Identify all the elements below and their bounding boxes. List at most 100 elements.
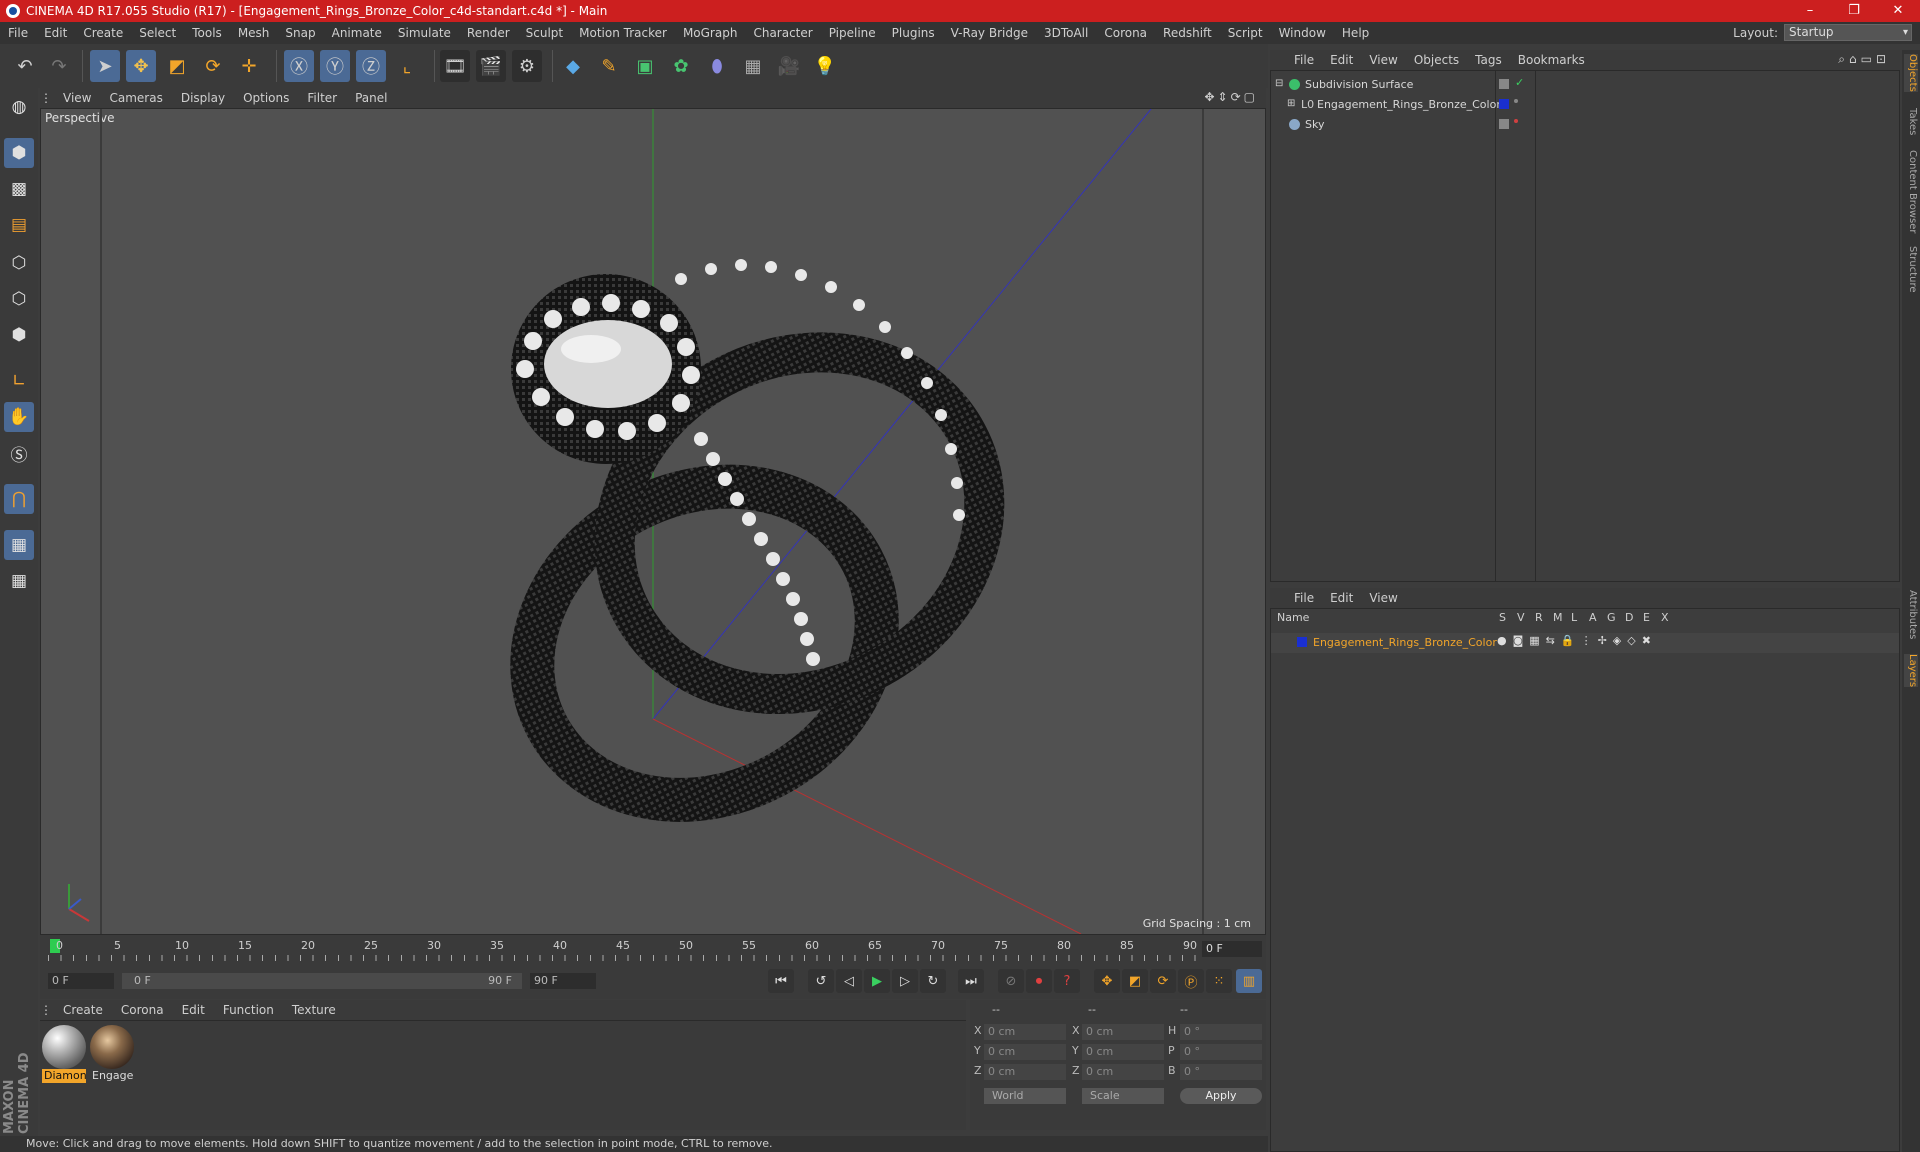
scale-tool-icon[interactable]: ◩ (162, 50, 192, 82)
layer-tag-icon[interactable] (1499, 119, 1509, 129)
column-generators[interactable]: G (1607, 611, 1616, 624)
material-menu-function[interactable]: Function (214, 1003, 283, 1017)
viewport-menu-display[interactable]: Display (172, 91, 234, 105)
timeline-ruler[interactable]: 0 5 10 15 20 25 30 35 40 45 50 55 60 65 … (48, 935, 1198, 963)
key-point-level-icon[interactable]: ⁙ (1206, 969, 1232, 993)
menu-plugins[interactable]: Plugins (884, 26, 943, 40)
y-axis-lock-icon[interactable]: Ⓨ (320, 50, 350, 82)
menu-simulate[interactable]: Simulate (390, 26, 459, 40)
edit-render-settings-icon[interactable]: ⚙ (512, 50, 542, 82)
points-mode-icon[interactable]: ⬡ (4, 248, 34, 278)
polygons-mode-icon[interactable]: ⬢ (4, 320, 34, 350)
menu-vray-bridge[interactable]: V-Ray Bridge (943, 26, 1036, 40)
menu-pipeline[interactable]: Pipeline (821, 26, 884, 40)
visibility-dot-icon[interactable] (1514, 99, 1518, 103)
x-axis-lock-icon[interactable]: Ⓧ (284, 50, 314, 82)
timeline[interactable]: 0 5 10 15 20 25 30 35 40 45 50 55 60 65 … (40, 935, 1266, 963)
camera-icon[interactable]: 🎥 (774, 50, 804, 82)
position-x-field[interactable]: 0 cm (984, 1024, 1066, 1040)
enabled-check-icon[interactable]: ✓ (1515, 76, 1524, 89)
viewport-menu-view[interactable]: View (54, 91, 100, 105)
apply-button[interactable]: Apply (1180, 1088, 1262, 1104)
material-menu-edit[interactable]: Edit (173, 1003, 214, 1017)
rotation-b-field[interactable]: 0 ° (1180, 1064, 1262, 1080)
expand-icon[interactable]: ⊞ (1287, 98, 1295, 109)
key-parameter-icon[interactable]: Ⓟ (1178, 969, 1204, 993)
column-animation[interactable]: A (1589, 611, 1597, 624)
start-frame-field[interactable]: 0 F (48, 973, 114, 989)
layout-dropdown[interactable]: Startup (1784, 24, 1912, 41)
light-icon[interactable]: 💡 (810, 50, 840, 82)
go-to-start-icon[interactable]: ⏮ (768, 969, 794, 993)
texture-mode-icon[interactable]: ▩ (4, 174, 34, 204)
previous-key-icon[interactable]: ↺ (808, 969, 834, 993)
menu-mesh[interactable]: Mesh (230, 26, 278, 40)
z-axis-lock-icon[interactable]: Ⓩ (356, 50, 386, 82)
previous-frame-icon[interactable]: ◁ (836, 969, 862, 993)
menu-select[interactable]: Select (131, 26, 184, 40)
minimize-button[interactable]: – (1788, 0, 1832, 22)
menu-sculpt[interactable]: Sculpt (518, 26, 571, 40)
object-menu-bookmarks[interactable]: Bookmarks (1510, 53, 1593, 67)
coordinate-space-dropdown[interactable]: World (984, 1088, 1066, 1104)
tab-layers[interactable]: Layers (1904, 654, 1918, 688)
menu-3dtoall[interactable]: 3DToAll (1036, 26, 1096, 40)
object-menu-view[interactable]: View (1361, 53, 1405, 67)
size-z-field[interactable]: 0 cm (1082, 1064, 1164, 1080)
layer-tag-icon[interactable] (1499, 79, 1509, 89)
column-view[interactable]: V (1517, 611, 1525, 624)
material-menu-corona[interactable]: Corona (112, 1003, 173, 1017)
rotation-p-field[interactable]: 0 ° (1180, 1044, 1262, 1060)
menu-redshift[interactable]: Redshift (1155, 26, 1220, 40)
render-picture-viewer-icon[interactable]: 🎬 (476, 50, 506, 82)
menu-corona[interactable]: Corona (1096, 26, 1155, 40)
menu-create[interactable]: Create (75, 26, 131, 40)
move-tool-icon[interactable]: ✥ (126, 50, 156, 82)
object-row-subdivision-surface[interactable]: ⊟ Subdivision Surface ✓ (1271, 75, 1899, 95)
material-swatch-engagement[interactable]: Engage (90, 1025, 134, 1083)
frame-range-slider[interactable]: 0 F 90 F (122, 973, 522, 989)
workplane-grid-icon[interactable]: ▦ (4, 566, 34, 596)
record-active-icon[interactable]: ⏺ (1026, 969, 1052, 993)
close-button[interactable]: ✕ (1876, 0, 1920, 22)
model-mode-icon[interactable]: ⬢ (4, 138, 34, 168)
tab-structure[interactable]: Structure (1904, 246, 1918, 293)
menu-motion-tracker[interactable]: Motion Tracker (571, 26, 675, 40)
viewport-menu-filter[interactable]: Filter (298, 91, 346, 105)
live-selection-icon[interactable]: ➤ (90, 50, 120, 82)
column-deformers[interactable]: D (1625, 611, 1633, 624)
3d-viewport[interactable]: Perspective Grid Spacing: 1 cm (40, 108, 1266, 935)
redo-icon[interactable]: ↷ (44, 50, 74, 82)
rotation-h-field[interactable]: 0 ° (1180, 1024, 1262, 1040)
layer-flag-icons[interactable]: ●◙▦⇆🔒⋮✢◈◇✖ (1497, 634, 1657, 647)
autokey-icon[interactable]: ? (1054, 969, 1080, 993)
column-locked[interactable]: L (1571, 611, 1577, 624)
coordinate-system-icon[interactable]: ⌞ (392, 50, 422, 82)
subdivision-surface-icon[interactable]: ▣ (630, 50, 660, 82)
next-frame-icon[interactable]: ▷ (892, 969, 918, 993)
edges-mode-icon[interactable]: ⬡ (4, 284, 34, 314)
layer-menu-view[interactable]: View (1361, 591, 1405, 605)
object-menu-file[interactable]: File (1286, 53, 1322, 67)
material-menu-create[interactable]: Create (54, 1003, 112, 1017)
timeline-window-icon[interactable]: ▥ (1236, 969, 1262, 993)
array-icon[interactable]: ✿ (666, 50, 696, 82)
size-mode-dropdown[interactable]: Scale (1082, 1088, 1164, 1104)
object-row-engagement-rings[interactable]: ⊞ L0 Engagement_Rings_Bronze_Color (1271, 95, 1899, 115)
maximize-button[interactable]: ❐ (1832, 0, 1876, 22)
column-expressions[interactable]: E (1643, 611, 1650, 624)
menu-file[interactable]: File (0, 26, 36, 40)
render-view-icon[interactable]: 🎞 (440, 50, 470, 82)
workplane-lock-icon[interactable]: ▦ (4, 530, 34, 560)
menu-help[interactable]: Help (1334, 26, 1377, 40)
viewport-nav-icons[interactable]: ✥⇕⟳▢ (1204, 90, 1258, 104)
viewport-menu-options[interactable]: Options (234, 91, 298, 105)
next-key-icon[interactable]: ↻ (920, 969, 946, 993)
end-frame-field[interactable]: 90 F (530, 973, 596, 989)
object-menu-objects[interactable]: Objects (1406, 53, 1467, 67)
object-row-sky[interactable]: Sky (1271, 115, 1899, 135)
key-scale-icon[interactable]: ◩ (1122, 969, 1148, 993)
object-menu-edit[interactable]: Edit (1322, 53, 1361, 67)
column-solo[interactable]: S (1499, 611, 1506, 624)
material-swatch-diamond[interactable]: Diamon (42, 1025, 86, 1083)
